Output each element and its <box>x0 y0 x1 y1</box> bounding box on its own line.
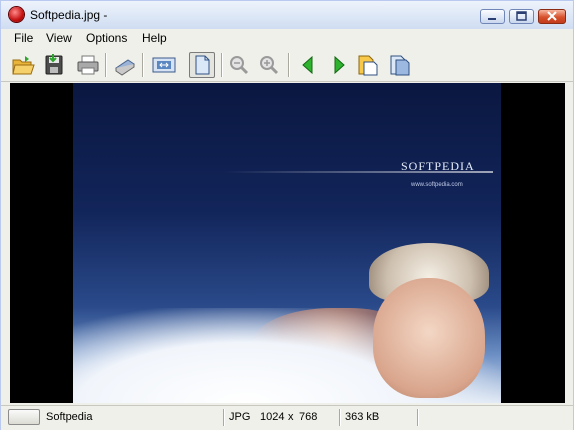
image-figure-face <box>373 278 485 398</box>
status-height: 768 <box>299 411 318 423</box>
app-icon <box>9 7 24 22</box>
status-divider <box>223 409 225 426</box>
open-folder-icon <box>12 56 35 75</box>
toolbar <box>1 48 573 82</box>
save-icon <box>45 54 63 75</box>
arrow-left-icon <box>302 55 313 75</box>
status-dimension-separator: x <box>288 411 294 423</box>
open-button[interactable] <box>10 52 36 78</box>
scan-button[interactable] <box>112 52 138 78</box>
copy-icon <box>358 55 378 76</box>
status-button[interactable] <box>8 409 40 425</box>
close-button[interactable] <box>538 9 566 24</box>
minimize-button[interactable] <box>480 9 505 24</box>
arrow-right-icon <box>334 55 345 75</box>
copy-button[interactable] <box>355 52 381 78</box>
close-icon <box>547 11 557 21</box>
status-divider <box>339 409 341 426</box>
toolbar-separator <box>221 53 223 77</box>
menu-options[interactable]: Options <box>86 31 127 45</box>
app-window: Softpedia.jpg - File View Options Help S… <box>0 0 574 430</box>
zoom-out-button[interactable] <box>226 52 252 78</box>
maximize-icon <box>516 11 527 21</box>
fit-window-icon <box>152 57 176 73</box>
fit-window-button[interactable] <box>151 52 177 78</box>
toolbar-separator <box>105 53 107 77</box>
menu-help[interactable]: Help <box>142 31 167 45</box>
status-image-name: Softpedia <box>46 411 93 423</box>
print-button[interactable] <box>75 52 101 78</box>
image-logo-url: www.softpedia.com <box>411 182 463 188</box>
paste-icon <box>390 55 410 76</box>
menu-view[interactable]: View <box>46 31 72 45</box>
displayed-image: SOFTPEDIA www.softpedia.com <box>73 83 501 403</box>
status-file-size: 363 kB <box>345 411 380 423</box>
previous-button[interactable] <box>295 52 321 78</box>
title-bar[interactable]: Softpedia.jpg - <box>1 1 573 29</box>
printer-icon <box>77 55 99 75</box>
image-logo-text: SOFTPEDIA <box>401 159 475 173</box>
menu-bar: File View Options Help <box>1 29 573 47</box>
status-format: JPG <box>229 411 251 423</box>
maximize-button[interactable] <box>509 9 534 24</box>
zoom-in-button[interactable] <box>256 52 282 78</box>
zoom-out-icon <box>230 56 249 75</box>
status-divider <box>417 409 419 426</box>
paste-button[interactable] <box>387 52 413 78</box>
zoom-in-icon <box>260 56 279 75</box>
minimize-icon <box>488 18 496 20</box>
menu-file[interactable]: File <box>14 31 33 45</box>
save-button[interactable] <box>41 52 67 78</box>
window-title: Softpedia.jpg - <box>30 8 108 22</box>
page-icon <box>195 55 210 75</box>
toolbar-separator <box>288 53 290 77</box>
status-bar: Softpedia JPG 1024 x 768 363 kB <box>1 405 573 430</box>
actual-size-button[interactable] <box>189 52 215 78</box>
image-viewport[interactable]: SOFTPEDIA www.softpedia.com <box>10 83 565 403</box>
next-button[interactable] <box>326 52 352 78</box>
toolbar-separator <box>142 53 144 77</box>
status-width: 1024 <box>260 411 285 423</box>
scanner-icon <box>115 59 135 76</box>
